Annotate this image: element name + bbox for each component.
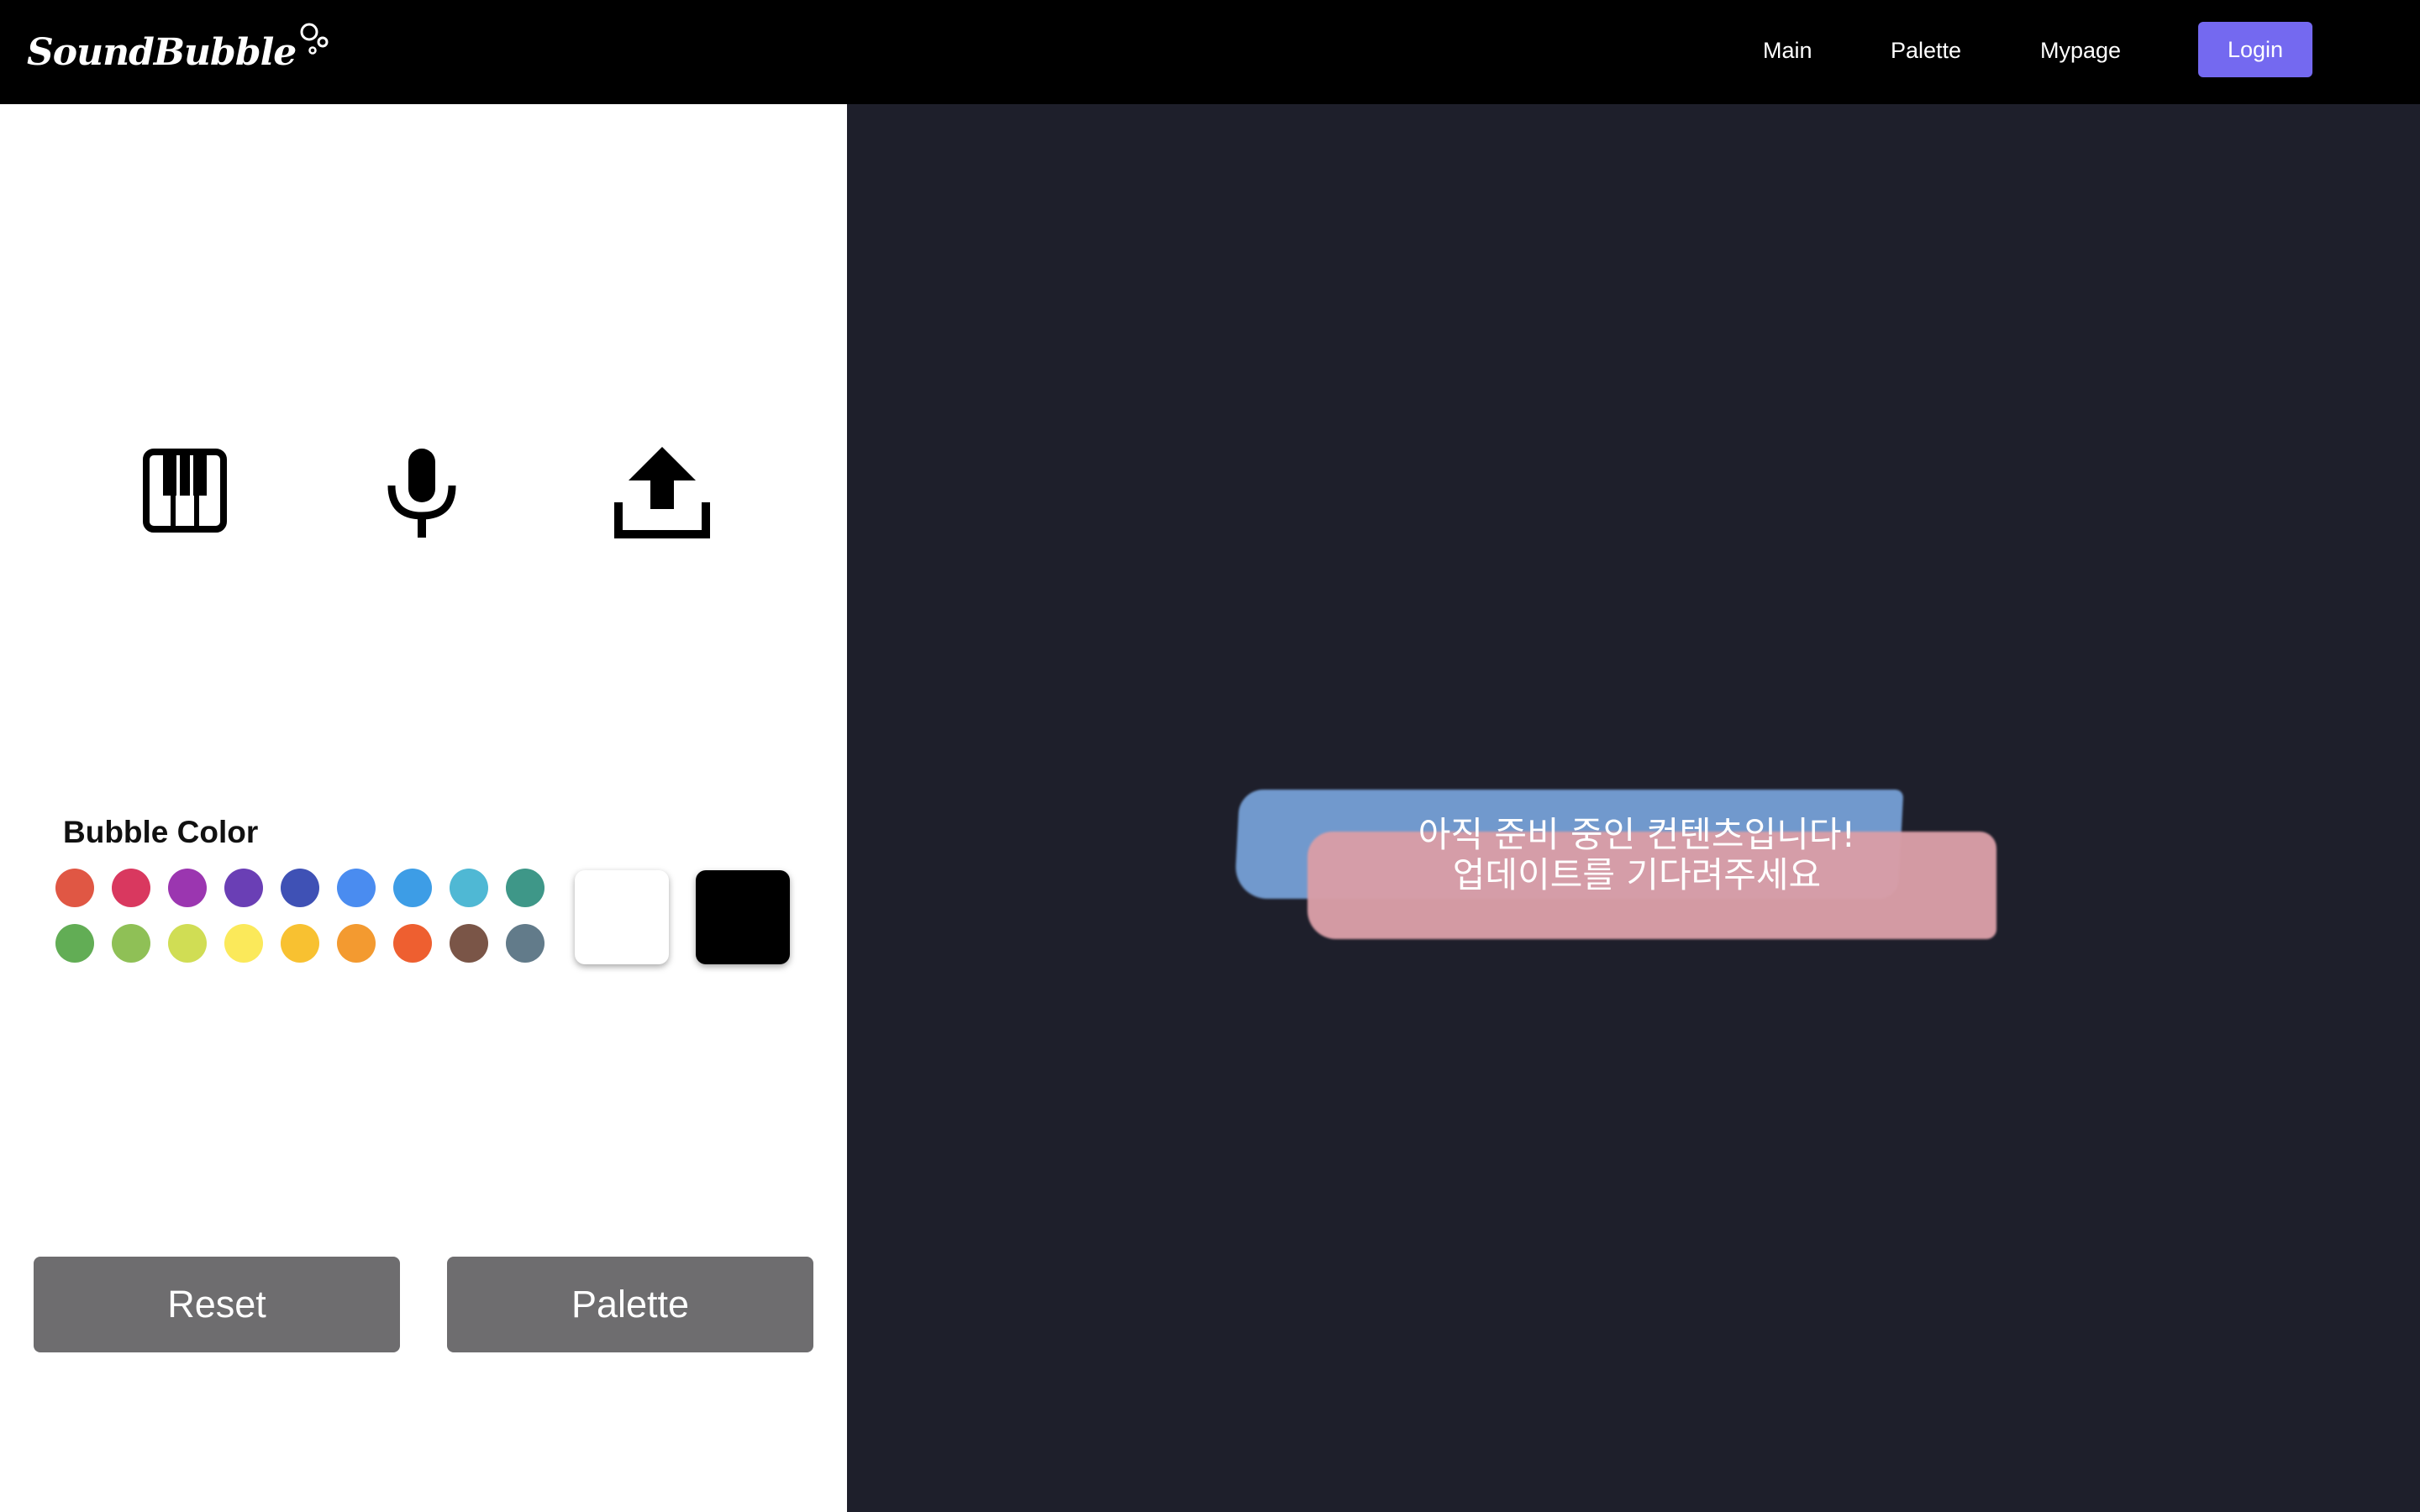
color-swatch-black[interactable] [696,870,790,964]
color-swatch-white[interactable] [575,870,669,964]
logo-text: SoundBubble [27,31,297,74]
color-swatch[interactable] [393,924,432,963]
color-swatch[interactable] [506,869,544,907]
coming-soon-line-1: 아직 준비 중인 컨텐츠입니다! [1418,814,1856,855]
color-swatch[interactable] [450,924,488,963]
piano-icon[interactable] [143,449,227,533]
color-swatch[interactable] [450,869,488,907]
nav-palette[interactable]: Palette [1891,32,1961,69]
logo[interactable]: SoundBubble [27,23,331,84]
color-swatch[interactable] [55,869,94,907]
color-swatch[interactable] [168,869,207,907]
color-swatch[interactable] [112,924,150,963]
upload-icon[interactable] [613,444,711,541]
color-swatch[interactable] [224,924,263,963]
color-swatch[interactable] [393,869,432,907]
nav-main[interactable]: Main [1763,32,1812,69]
bubble-color-title: Bubble Color [63,815,259,849]
color-swatch[interactable] [337,869,376,907]
microphone-icon[interactable] [383,444,460,538]
bubbles-icon [300,23,329,55]
nav-mypage[interactable]: Mypage [2040,32,2121,69]
color-swatch[interactable] [281,924,319,963]
control-panel: Bubble Color Reset Palette [0,104,847,1512]
color-swatch[interactable] [506,924,544,963]
color-swatch[interactable] [168,924,207,963]
color-swatch[interactable] [112,869,150,907]
top-navbar: SoundBubble Main Palette Mypage Login [0,0,2420,104]
visualizer-stage: 아직 준비 중인 컨텐츠입니다! 업데이트를 기다려주세요 [847,104,2420,1512]
login-button[interactable]: Login [2198,22,2312,77]
reset-button[interactable]: Reset [34,1257,400,1352]
coming-soon-line-2: 업데이트를 기다려주세요 [1452,854,1822,895]
palette-button[interactable]: Palette [447,1257,813,1352]
color-swatch[interactable] [55,924,94,963]
color-swatch[interactable] [281,869,319,907]
color-swatch[interactable] [224,869,263,907]
coming-soon-message: 아직 준비 중인 컨텐츠입니다! 업데이트를 기다려주세요 [1318,815,1956,895]
color-swatch[interactable] [337,924,376,963]
